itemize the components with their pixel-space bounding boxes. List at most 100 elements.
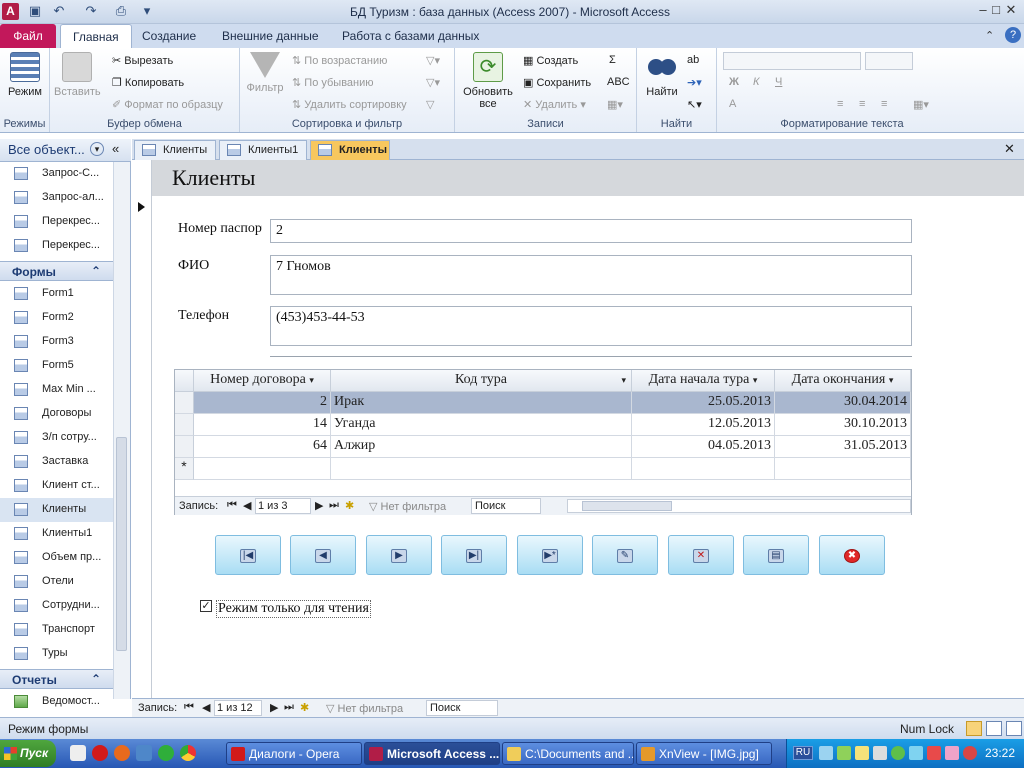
nav-query-item[interactable]: Перекрес... [0,210,113,234]
quick-launch-firefox-icon[interactable] [114,745,130,761]
shutter-bar-icon[interactable]: « [112,141,119,156]
print-icon[interactable]: ⎙ [112,3,130,20]
copy-button[interactable]: ❐ Копировать [112,76,184,89]
tray-app-icon[interactable] [909,746,923,760]
passport-field[interactable]: 2 [270,219,912,243]
nav-form-item[interactable]: Клиенты1 [0,522,113,546]
table-cell[interactable]: 04.05.2013 [632,436,775,458]
next-record-button[interactable]: ▶ [366,535,432,575]
table-cell[interactable]: Алжир [331,436,632,458]
hscroll-thumb[interactable] [582,501,672,511]
readonly-checkbox-label[interactable]: Режим только для чтения [216,600,371,618]
tray-app-icon[interactable] [945,746,959,760]
new-row-cell[interactable] [632,458,775,480]
new-row-cell[interactable] [194,458,331,480]
nav-form-item[interactable]: Объем пр... [0,546,113,570]
column-header-tour-end[interactable]: Дата окончания ▾ [775,370,911,392]
last-record-icon[interactable]: ⏭ [284,701,294,714]
row-selector[interactable] [175,414,194,436]
nav-query-item[interactable]: Запрос-С... [0,162,113,186]
tray-app-icon[interactable] [855,746,869,760]
task-opera[interactable]: Диалоги - Opera [226,742,362,765]
refresh-all-button[interactable]: ⟳ Обновить все [461,52,515,110]
new-record-button[interactable]: ▶* [517,535,583,575]
nav-pane-menu-icon[interactable]: ▾ [90,142,104,156]
toggle-filter-icon[interactable]: ▽ [426,98,434,111]
column-dropdown-icon[interactable]: ▾ [889,375,894,385]
fio-field[interactable]: 7 Гномов [270,255,912,295]
nav-form-item[interactable]: Form1 [0,282,113,306]
tab-home[interactable]: Главная [60,24,132,48]
no-filter-button[interactable]: ▽ Нет фильтра [369,500,446,513]
nav-form-item[interactable]: Договоры [0,402,113,426]
record-selector[interactable] [132,160,152,698]
nav-scroll-thumb[interactable] [116,437,127,651]
cut-button[interactable]: ✂ Вырезать [112,54,173,67]
tray-network-icon[interactable] [819,746,833,760]
table-cell[interactable]: 30.04.2014 [775,392,911,414]
new-record-nav-icon[interactable]: ✱ [300,701,309,714]
task-xnview[interactable]: XnView - [IMG.jpg] [636,742,772,765]
next-record-icon[interactable]: ▶ [270,701,278,714]
bold-button[interactable]: Ж [729,76,739,88]
layout-view-icon[interactable] [986,721,1002,736]
delete-record-button[interactable]: ✕ Удалить ▾ [523,98,586,111]
filter-button[interactable]: Фильтр [242,52,288,94]
selection-filter-icon[interactable]: ▽▾ [426,54,440,67]
column-header-tour-start[interactable]: Дата начала тура ▾ [632,370,775,392]
column-dropdown-icon[interactable]: ▾ [753,375,758,385]
tray-app-icon[interactable] [837,746,851,760]
delete-record-button[interactable]: ✕ [668,535,734,575]
subform-search-input[interactable]: Поиск [471,498,541,514]
last-record-button[interactable]: ▶| [441,535,507,575]
sort-ascending-button[interactable]: ⇅ По возрастанию [292,54,387,67]
table-cell[interactable]: Уганда [331,414,632,436]
font-color-button[interactable]: A [729,98,736,110]
table-cell[interactable]: 25.05.2013 [632,392,775,414]
quick-launch-chrome-icon[interactable] [180,745,196,761]
new-row-cell[interactable] [331,458,632,480]
nav-group-forms[interactable]: Формы ⌃ [0,261,113,281]
paste-button[interactable]: Вставить [54,52,101,98]
task-explorer[interactable]: C:\Documents and ... [502,742,634,765]
goto-icon[interactable]: ➔▾ [687,76,702,89]
nav-report-item[interactable]: Ведомост... [0,690,113,714]
nav-group-reports[interactable]: Отчеты ⌃ [0,669,113,689]
table-cell[interactable]: 12.05.2013 [632,414,775,436]
collapse-chevron-icon[interactable]: ⌃ [91,264,101,278]
column-dropdown-icon[interactable]: ▾ [309,375,314,385]
language-indicator[interactable]: RU [793,746,813,760]
prev-record-icon[interactable]: ◀ [243,499,251,512]
tab-external-data[interactable]: Внешние данные [210,24,331,48]
nav-form-item[interactable]: Form5 [0,354,113,378]
select-all-corner[interactable] [175,370,194,392]
align-left-icon[interactable]: ≡ [837,98,843,110]
readonly-checkbox[interactable]: ✓ [200,600,212,612]
subform-record-position[interactable]: 1 из 3 [255,498,311,514]
search-input[interactable]: Поиск [426,700,498,716]
nav-form-item[interactable]: Form2 [0,306,113,330]
table-cell[interactable]: 14 [194,414,331,436]
phone-field[interactable]: (453)453-44-53 [270,306,912,346]
row-selector[interactable] [175,392,194,414]
quick-launch-icq-icon[interactable] [158,745,174,761]
new-row-cell[interactable] [775,458,911,480]
save-record-button[interactable]: ▣ Сохранить [523,76,591,89]
table-cell[interactable]: Ирак [331,392,632,414]
start-button[interactable]: Пуск [0,740,56,767]
quick-launch-opera-icon[interactable] [92,745,108,761]
quick-launch-app-icon[interactable] [136,745,152,761]
font-name-select[interactable] [723,52,861,70]
align-right-icon[interactable]: ≡ [881,98,887,110]
first-record-button[interactable]: |◀ [215,535,281,575]
align-center-icon[interactable]: ≡ [859,98,865,110]
access-app-icon[interactable]: A [2,3,19,20]
open-form-button[interactable]: ▤ [743,535,809,575]
tab-create[interactable]: Создание [130,24,208,48]
tab-database-tools[interactable]: Работа с базами данных [330,24,491,48]
table-cell[interactable]: 64 [194,436,331,458]
font-size-select[interactable] [865,52,913,70]
undo-icon[interactable]: ↶ [50,3,68,20]
save-icon[interactable]: ▣ [26,3,44,20]
remove-sort-button[interactable]: ⇅ Удалить сортировку [292,98,407,111]
